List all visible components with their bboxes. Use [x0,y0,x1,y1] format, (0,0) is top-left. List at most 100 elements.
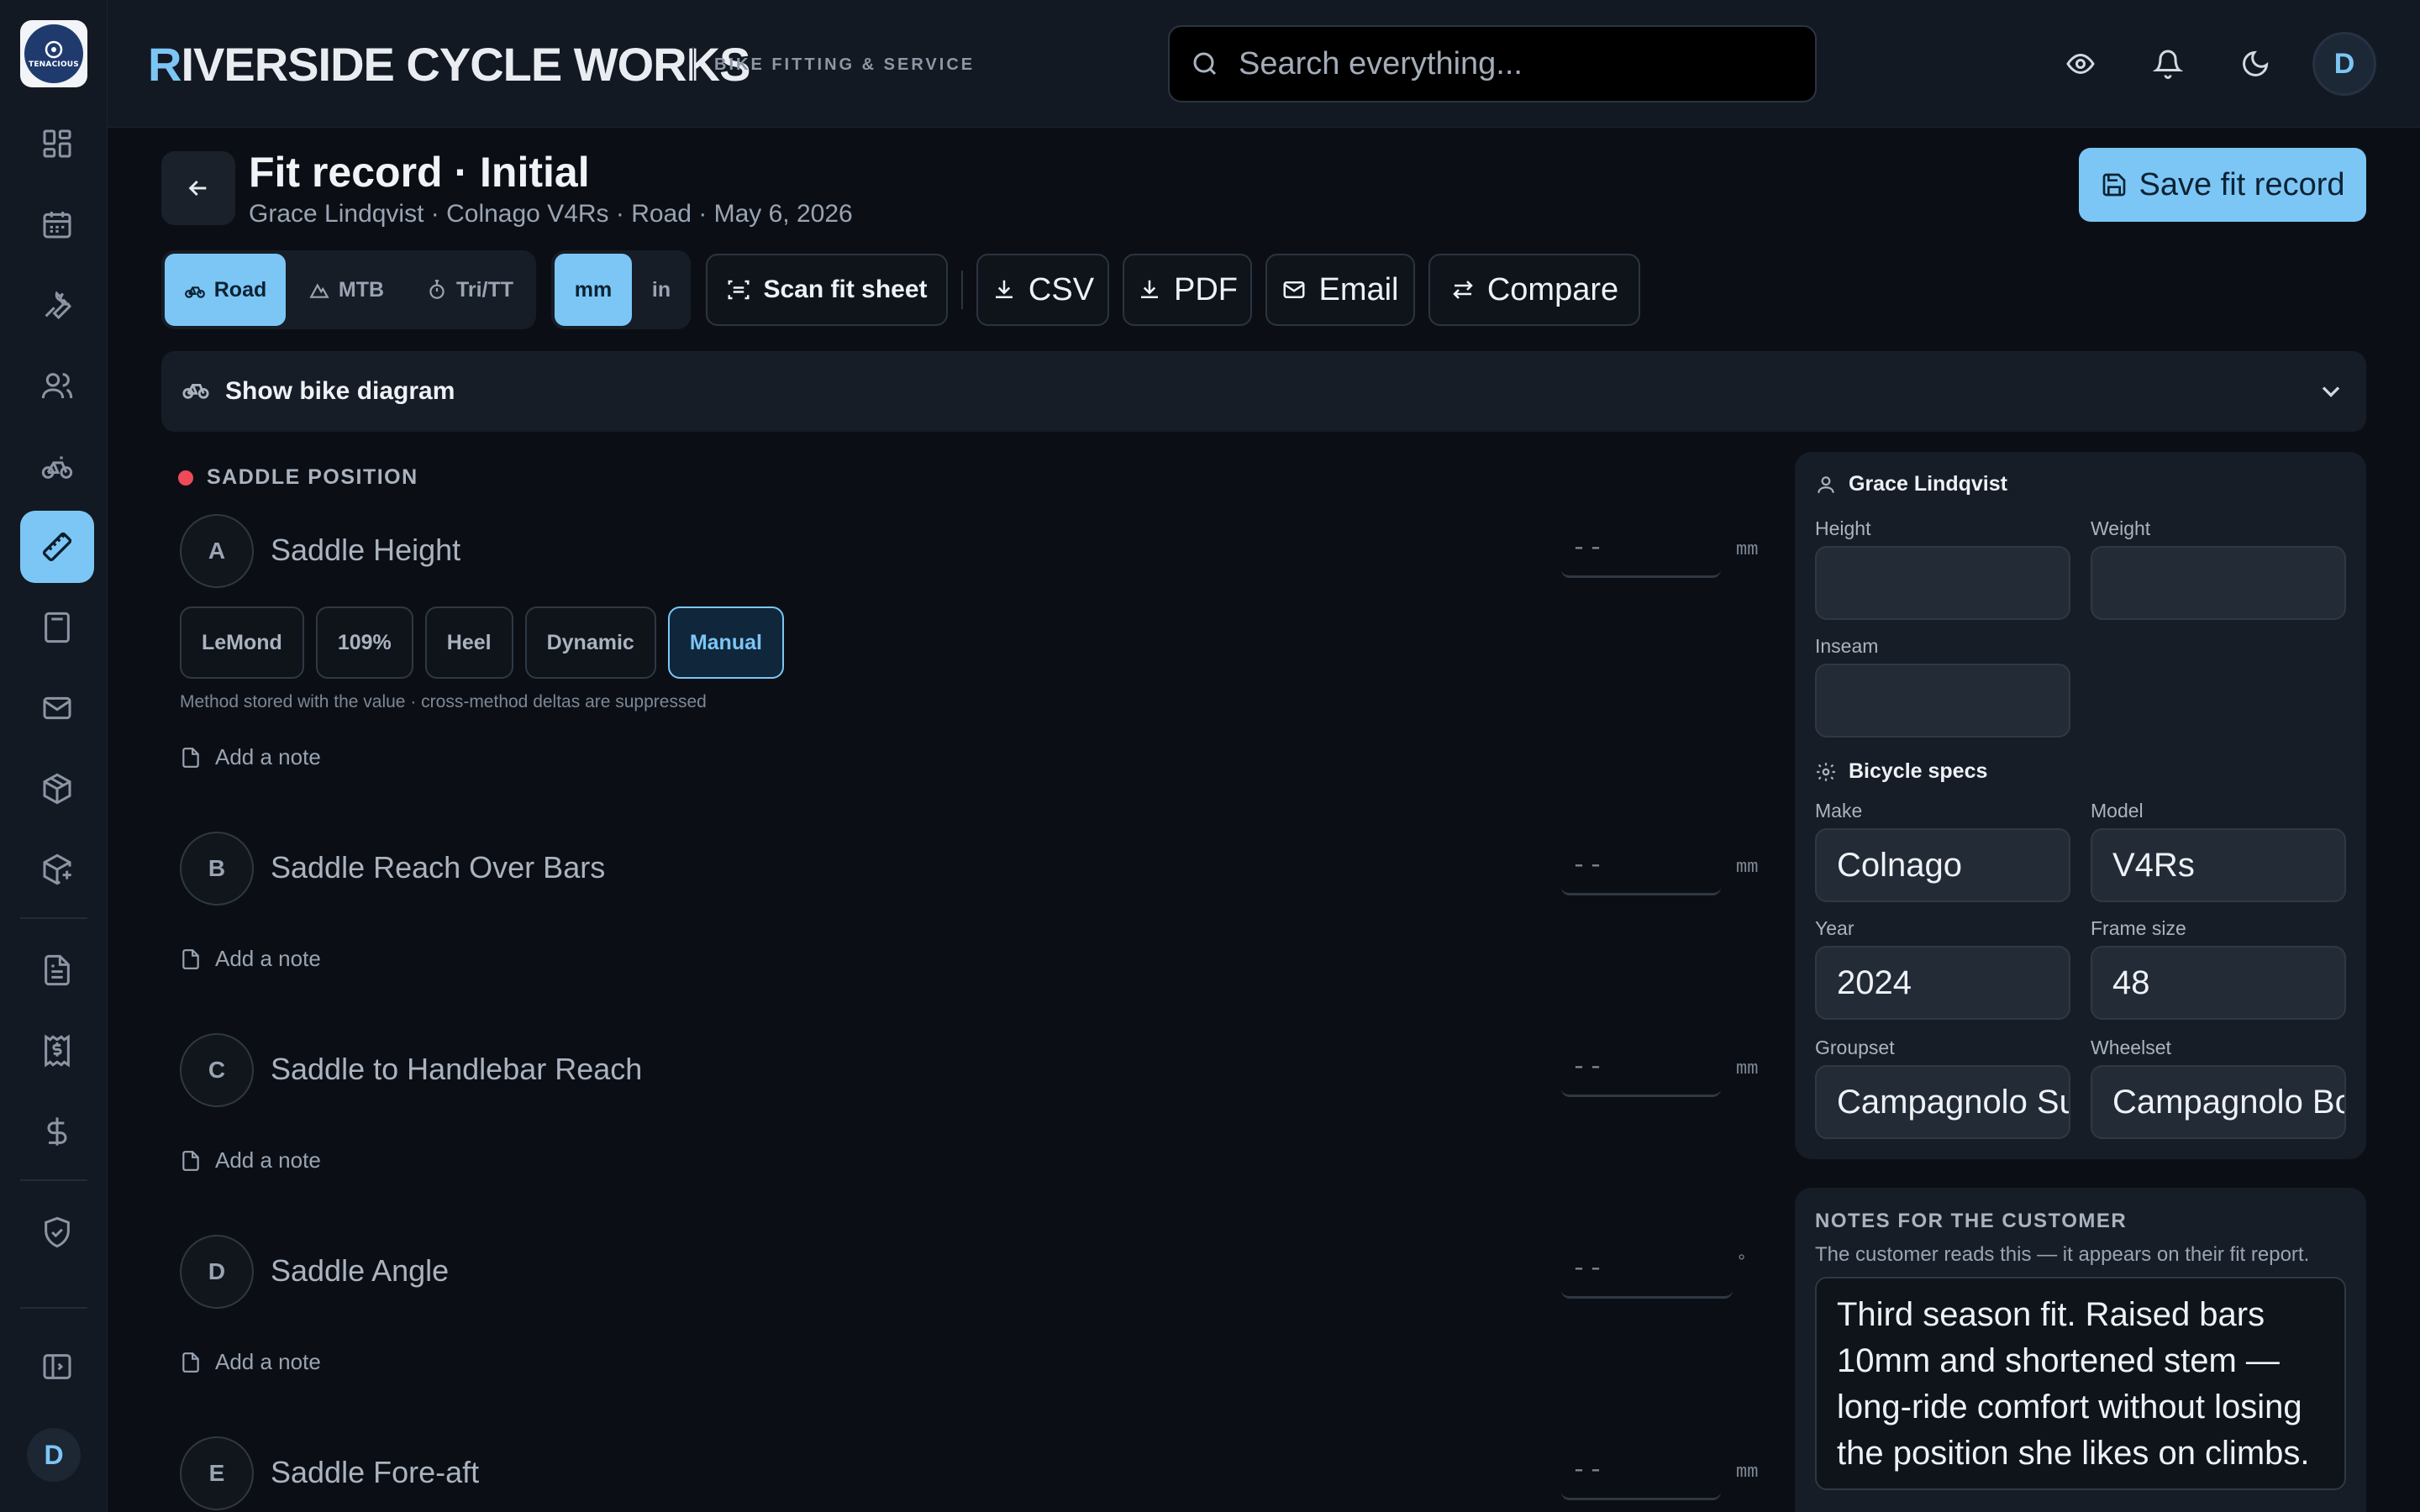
nav-fit-records[interactable] [20,511,94,583]
discipline-road[interactable]: Road [165,254,286,326]
app-root: TENACIOUS D RIVERSIDE CYCLE WORKS BIKE F… [0,0,2420,1512]
pdf-label: PDF [1174,271,1238,307]
users-icon [41,373,73,399]
measurement-label: Saddle Height [271,533,461,567]
wheelset-input[interactable] [2091,1065,2346,1139]
add-note-button[interactable]: Add a note [180,1147,321,1173]
mail-icon [43,696,71,720]
measurement-input[interactable] [1561,1040,1721,1097]
user-avatar[interactable]: D [2312,32,2376,96]
method-chip-selected[interactable]: Manual [667,606,784,679]
nav-calculator[interactable] [20,591,94,664]
method-selector: LeMond 109% Heel Dynamic Manual [180,606,784,679]
height-input[interactable] [1815,546,2070,620]
discipline-selector: Road MTB Tri/TT [161,250,536,329]
add-note-button[interactable]: Add a note [180,744,321,770]
measurement-unit: mm [1736,539,1759,560]
nav-customers[interactable] [20,349,94,422]
nav-inventory[interactable] [20,753,94,825]
user-icon [1818,475,1834,493]
collapse-sidebar-button[interactable] [20,1331,94,1403]
nav-calendar[interactable] [20,188,94,260]
shop-logo[interactable]: TENACIOUS [20,20,87,87]
package-icon [43,773,71,805]
compare-arrows-icon [1453,281,1473,299]
measurement-letter: E [180,1436,254,1510]
method-chip[interactable]: 109% [315,606,413,679]
status-dot [178,470,193,486]
dashboard-icon [43,129,71,158]
measurement-row: A Saddle Height mm [180,514,1758,590]
discipline-road-label: Road [213,277,267,302]
nav-messages[interactable] [20,672,94,744]
save-fit-record-button[interactable]: Save fit record [2079,148,2366,222]
export-pdf-button[interactable]: PDF [1123,254,1252,326]
frame-size-input[interactable] [2091,946,2346,1020]
search-input[interactable] [1239,45,1793,82]
notifications-button[interactable] [2141,37,2195,91]
add-note-button[interactable]: Add a note [180,1349,321,1375]
measurement-row: D Saddle Angle ° [180,1235,1751,1310]
theme-toggle-button[interactable] [2228,37,2282,91]
nav-invoices[interactable] [20,1015,94,1087]
year-input[interactable] [1815,946,2070,1020]
compare-button[interactable]: Compare [1428,254,1640,326]
add-note-button[interactable]: Add a note [180,946,321,972]
measurement-unit: mm [1736,1462,1759,1483]
scan-fit-sheet-button[interactable]: Scan fit sheet [706,254,948,326]
frame-size-label: Frame size [2091,917,2186,939]
nav-payments[interactable] [20,1095,94,1168]
logo-badge: TENACIOUS [24,24,83,83]
discipline-mtb[interactable]: MTB [289,254,403,326]
email-button[interactable]: Email [1265,254,1415,326]
customer-name: Grace Lindqvist [1849,472,2007,496]
nav-service[interactable] [20,269,94,341]
method-chip[interactable]: Dynamic [524,606,656,679]
measurement-unit: ° [1736,1252,1748,1273]
customer-notes-panel: NOTES FOR THE CUSTOMER The customer read… [1795,1188,2366,1512]
method-chip[interactable]: LeMond [180,606,304,679]
back-button[interactable] [161,151,235,225]
brand-initial: R [148,38,182,91]
global-search[interactable] [1168,25,1817,102]
measurement-unit: mm [1736,1058,1759,1079]
ruler-icon [42,532,72,562]
model-input[interactable] [2091,828,2346,902]
measurement-input[interactable] [1561,1242,1733,1299]
unit-in[interactable]: in [635,254,687,326]
measurement-input[interactable] [1561,838,1721,895]
brand-name[interactable]: RIVERSIDE CYCLE WORKS [148,37,750,92]
measurement-input[interactable] [1561,1443,1721,1500]
note-icon [182,1352,199,1373]
preview-button[interactable] [2054,37,2107,91]
arrow-left-icon [188,180,207,197]
dollar-icon [47,1117,67,1146]
measurement-label: Saddle to Handlebar Reach [271,1052,643,1086]
export-csv-button[interactable]: CSV [976,254,1109,326]
nav-documents[interactable] [20,934,94,1006]
bicycle-icon [182,374,210,409]
discipline-tri[interactable]: Tri/TT [407,254,533,326]
nav-bikes[interactable] [20,430,94,502]
weight-input[interactable] [2091,546,2346,620]
sidebar-rail: TENACIOUS D [0,0,108,1512]
nav-dashboard[interactable] [20,108,94,180]
make-input[interactable] [1815,828,2070,902]
wrench-icon [45,291,71,320]
inseam-input[interactable] [1815,664,2070,738]
bike-diagram-toggle[interactable]: Show bike diagram [161,351,2366,432]
weight-label: Weight [2091,517,2151,539]
groupset-input[interactable] [1815,1065,2070,1139]
nav-warranty[interactable] [20,1196,94,1268]
measurement-input[interactable] [1561,521,1721,578]
rail-user-avatar[interactable]: D [27,1428,81,1482]
unit-mm[interactable]: mm [555,254,632,326]
search-icon [1193,52,1217,76]
method-chip[interactable]: Heel [424,606,513,679]
calculator-icon [45,612,70,643]
nav-orders[interactable] [20,833,94,906]
scan-label: Scan fit sheet [763,276,928,303]
method-hint: Method stored with the value · cross-met… [180,692,707,711]
add-note-label: Add a note [215,1147,321,1173]
customer-notes-textarea[interactable]: Third season fit. Raised bars 10mm and s… [1815,1277,2346,1490]
